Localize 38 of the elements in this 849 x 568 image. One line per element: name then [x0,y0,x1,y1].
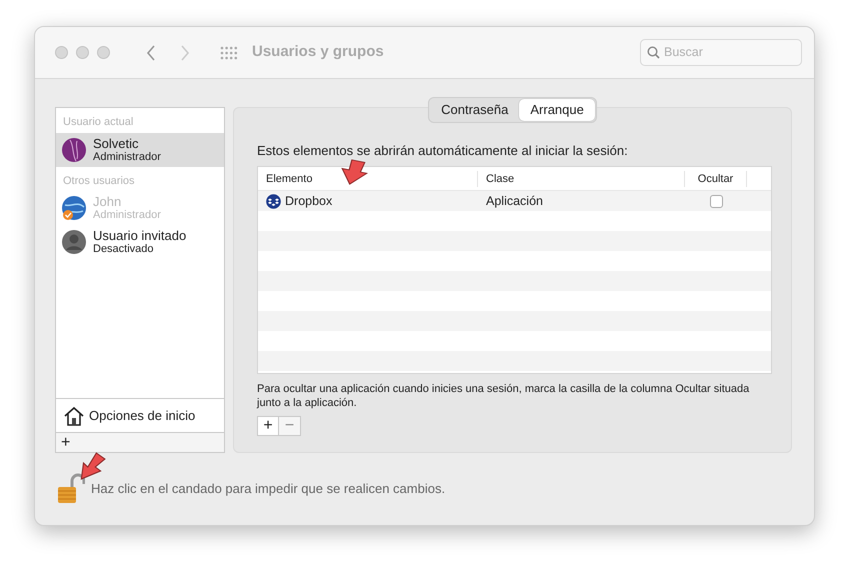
window-control-button[interactable] [76,46,89,59]
intro-text: Estos elementos se abrirán automáticamente al iniciar la sesión: [257,142,629,160]
user-name: Solvetic [93,136,140,150]
lock-icon[interactable] [55,473,85,505]
column-header: Clase [478,170,685,186]
user-item[interactable]: Usuario invitado Desactivado [56,225,224,259]
add-user-button[interactable]: + [56,434,76,452]
search-field[interactable]: Buscar [640,39,802,66]
forward-icon[interactable] [180,44,190,60]
table-cell: Aplicación [486,194,543,208]
table-cell-text: Dropbox [285,192,332,210]
user-item[interactable]: Solvetic Administrador [56,132,224,166]
house-icon [63,406,85,426]
window-control-button[interactable] [97,46,110,59]
section-header: Otros usuarios [62,174,136,188]
window-title: Usuarios y grupos [252,42,384,62]
search-icon [647,46,660,59]
user-role: Administrador [93,209,161,222]
tab[interactable]: Contraseña [430,99,520,120]
user-role: Desactivado [93,243,155,256]
hint-text: Para ocultar una aplicación cuando inicies una sesión, marca la casilla de la columna Ocultar situada junto a la aplicación. [257,382,750,410]
back-icon[interactable] [146,44,156,60]
box-logo-icon [266,194,281,208]
section-header: Usuario actual [62,115,134,130]
lock-text: Haz clic en el candado para impedir que se realicen cambios. [91,480,446,498]
grid-icon[interactable] [220,46,238,60]
user-name: John [93,194,122,209]
column-header: Ocultar [685,170,747,186]
login-options-label: Opciones de inicio [89,406,196,425]
annotation-arrow [340,159,368,185]
checkbox[interactable] [710,194,722,208]
window-control-button[interactable] [55,46,68,59]
add-button[interactable]: + [257,416,279,436]
user-role: Administrador [93,150,161,164]
avatar-icon [61,229,87,255]
search-input[interactable]: Buscar [664,43,794,62]
tab[interactable]: Arranque [519,99,595,120]
user-name: Usuario invitado [93,228,186,243]
